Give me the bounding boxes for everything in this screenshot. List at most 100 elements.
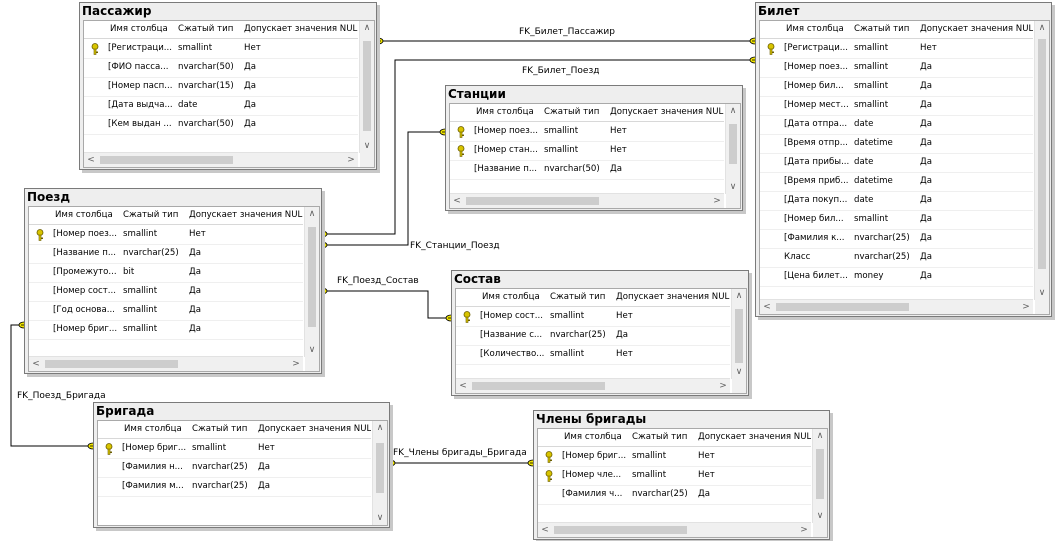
- column-name[interactable]: [Название п...: [474, 160, 540, 179]
- type-header[interactable]: Сжатый тип: [550, 289, 612, 306]
- scroll-thumb[interactable]: [376, 443, 384, 493]
- column-name[interactable]: [Регистраци...: [784, 39, 850, 58]
- column-type[interactable]: date: [854, 153, 916, 172]
- column-row[interactable]: [Номер поез... smallint Да: [760, 58, 1033, 78]
- relationship-label[interactable]: FK_Поезд_Состав: [337, 276, 419, 286]
- column-row[interactable]: [Номер мест... smallint Да: [760, 96, 1033, 116]
- column-nullable[interactable]: Нет: [610, 122, 670, 141]
- column-name[interactable]: [Номер сост...: [480, 307, 546, 326]
- column-nullable[interactable]: Да: [189, 301, 249, 320]
- column-name[interactable]: [Номер бил...: [784, 210, 850, 229]
- horizontal-scrollbar[interactable]: < >: [450, 193, 724, 208]
- type-header[interactable]: Сжатый тип: [854, 21, 916, 38]
- column-nullable[interactable]: Да: [189, 282, 249, 301]
- column-name[interactable]: [Год основа...: [53, 301, 119, 320]
- table-title[interactable]: Поезд: [27, 189, 70, 206]
- column-nullable[interactable]: Нет: [920, 39, 980, 58]
- column-type[interactable]: smallint: [123, 225, 185, 244]
- scroll-left-icon[interactable]: <: [84, 153, 98, 167]
- column-name[interactable]: [Дата прибы...: [784, 153, 850, 172]
- column-row[interactable]: [Название п... nvarchar(25) Да: [29, 244, 303, 264]
- column-row[interactable]: [Время отпр... datetime Да: [760, 134, 1033, 154]
- column-name[interactable]: [Время приб...: [784, 172, 850, 191]
- vertical-scrollbar[interactable]: ∧ ∨: [725, 104, 740, 194]
- nullable-header[interactable]: Допускает значения NULL: [189, 207, 303, 224]
- column-name-header[interactable]: Имя столбца: [564, 429, 628, 446]
- scroll-down-icon[interactable]: ∨: [726, 180, 740, 194]
- type-header[interactable]: Сжатый тип: [544, 104, 606, 121]
- column-type[interactable]: smallint: [544, 122, 606, 141]
- relationship-label[interactable]: FK_Билет_Пассажир: [519, 27, 615, 37]
- column-nullable[interactable]: Да: [920, 58, 980, 77]
- nullable-header[interactable]: Допускает значения NULL: [698, 429, 811, 446]
- column-nullable[interactable]: Нет: [189, 225, 249, 244]
- column-row[interactable]: [Номер бриг... smallint Да: [29, 320, 303, 340]
- column-row[interactable]: [Дата прибы... date Да: [760, 153, 1033, 173]
- scroll-up-icon[interactable]: ∧: [305, 207, 319, 221]
- column-nullable[interactable]: Нет: [698, 466, 758, 485]
- column-nullable[interactable]: Да: [698, 485, 758, 504]
- column-row[interactable]: [Фамилия к... nvarchar(25) Да: [760, 229, 1033, 249]
- relationship-label[interactable]: FK_Члены бригады_Бригада: [393, 448, 527, 458]
- column-type[interactable]: nvarchar(25): [854, 248, 916, 267]
- column-row[interactable]: [Номер стан... smallint Нет: [450, 141, 724, 161]
- horizontal-scrollbar[interactable]: < >: [29, 356, 303, 371]
- horizontal-scrollbar[interactable]: < >: [760, 299, 1033, 314]
- scroll-down-icon[interactable]: ∨: [305, 343, 319, 357]
- horizontal-scrollbar[interactable]: < >: [84, 152, 358, 167]
- column-name[interactable]: [Номер поез...: [53, 225, 119, 244]
- scroll-thumb[interactable]: [363, 41, 371, 131]
- column-nullable[interactable]: Да: [189, 263, 249, 282]
- scroll-right-icon[interactable]: >: [797, 523, 811, 537]
- column-name[interactable]: [Дата выдча...: [108, 96, 174, 115]
- column-name[interactable]: [Номер бил...: [784, 77, 850, 96]
- column-type[interactable]: datetime: [854, 134, 916, 153]
- column-nullable[interactable]: Да: [244, 115, 304, 134]
- type-header[interactable]: Сжатый тип: [192, 421, 254, 438]
- column-name[interactable]: [Промежуто...: [53, 263, 119, 282]
- column-nullable[interactable]: Да: [610, 160, 670, 179]
- column-nullable[interactable]: Да: [920, 134, 980, 153]
- relationship-label[interactable]: FK_Станции_Поезд: [410, 241, 500, 251]
- scroll-thumb[interactable]: [776, 303, 909, 311]
- scroll-up-icon[interactable]: ∧: [726, 104, 740, 118]
- column-row[interactable]: [Количество... smallint Нет: [456, 345, 730, 365]
- column-nullable[interactable]: Да: [920, 191, 980, 210]
- column-row[interactable]: [Номер чле... smallint Нет: [538, 466, 811, 486]
- column-name[interactable]: [Дата покуп...: [784, 191, 850, 210]
- vertical-scrollbar[interactable]: ∧ ∨: [359, 21, 374, 153]
- column-row[interactable]: [Номер поез... smallint Нет: [450, 122, 724, 142]
- column-row[interactable]: [Название п... nvarchar(50) Да: [450, 160, 724, 180]
- column-row[interactable]: [Фамилия м... nvarchar(25) Да: [98, 477, 371, 497]
- column-type[interactable]: smallint: [550, 307, 612, 326]
- scroll-right-icon[interactable]: >: [344, 153, 358, 167]
- column-name[interactable]: [Номер поез...: [474, 122, 540, 141]
- scroll-thumb[interactable]: [554, 526, 687, 534]
- column-nullable[interactable]: Да: [189, 320, 249, 339]
- column-nullable[interactable]: Нет: [698, 447, 758, 466]
- column-row[interactable]: [Цена билет... money Да: [760, 267, 1033, 287]
- vertical-scrollbar[interactable]: ∧ ∨: [731, 289, 746, 379]
- column-row[interactable]: [Промежуто... bit Да: [29, 263, 303, 283]
- column-type[interactable]: date: [178, 96, 240, 115]
- table-title[interactable]: Бригада: [96, 403, 154, 420]
- column-row[interactable]: [Номер бил... smallint Да: [760, 210, 1033, 230]
- column-nullable[interactable]: Да: [258, 477, 318, 496]
- column-row[interactable]: [Номер сост... smallint Да: [29, 282, 303, 302]
- column-row[interactable]: [ФИО пасса... nvarchar(50) Да: [84, 58, 358, 78]
- horizontal-scrollbar[interactable]: < >: [456, 378, 730, 393]
- column-name[interactable]: [Регистраци...: [108, 39, 174, 58]
- column-type[interactable]: smallint: [544, 141, 606, 160]
- column-type[interactable]: smallint: [123, 282, 185, 301]
- column-nullable[interactable]: Нет: [610, 141, 670, 160]
- column-name-header[interactable]: Имя столбца: [55, 207, 119, 224]
- column-nullable[interactable]: Нет: [616, 345, 676, 364]
- column-row[interactable]: [Регистраци... smallint Нет: [84, 39, 358, 59]
- vertical-scrollbar[interactable]: ∧ ∨: [1034, 21, 1049, 300]
- column-type[interactable]: smallint: [854, 39, 916, 58]
- column-name[interactable]: [Номер сост...: [53, 282, 119, 301]
- column-type[interactable]: smallint: [192, 439, 254, 458]
- scroll-down-icon[interactable]: ∨: [813, 509, 827, 523]
- scroll-right-icon[interactable]: >: [710, 194, 724, 208]
- scroll-thumb[interactable]: [308, 227, 316, 327]
